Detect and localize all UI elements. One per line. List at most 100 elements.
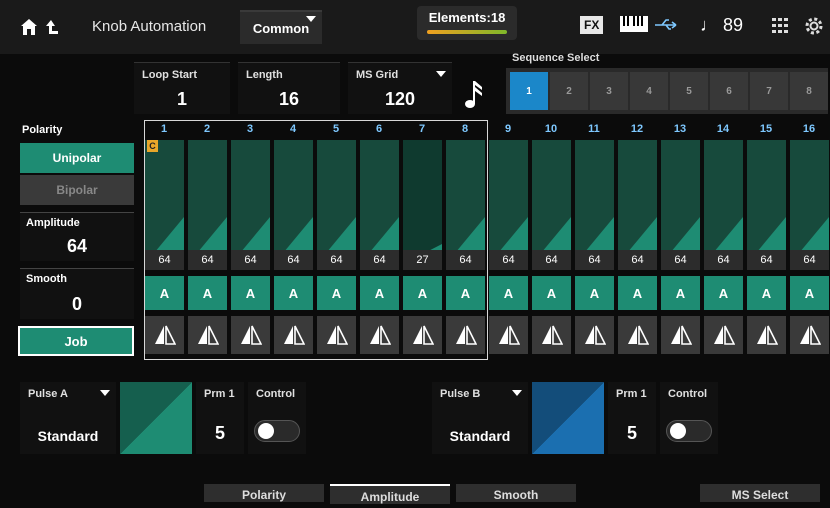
step-number: 4 bbox=[289, 123, 297, 135]
waveform-shape-icon bbox=[240, 325, 262, 345]
step-shape-button[interactable] bbox=[747, 316, 786, 354]
step-amplitude-bar[interactable] bbox=[489, 140, 528, 264]
step-number: 16 bbox=[802, 123, 816, 135]
step-shape-button[interactable] bbox=[360, 316, 399, 354]
step-value[interactable]: 64 bbox=[446, 250, 485, 270]
step-value[interactable]: 64 bbox=[231, 250, 270, 270]
step-shape-button[interactable] bbox=[790, 316, 829, 354]
step-type-button[interactable]: A bbox=[446, 276, 485, 310]
pulse-a-prm1-value: 5 bbox=[214, 423, 225, 443]
step-shape-button[interactable] bbox=[403, 316, 442, 354]
step-value[interactable]: 64 bbox=[489, 250, 528, 270]
waveform-shape-icon bbox=[799, 325, 821, 345]
step-value[interactable]: 64 bbox=[145, 250, 184, 270]
step-shape-button[interactable] bbox=[231, 316, 270, 354]
dropdown-icon bbox=[512, 390, 522, 396]
step-amplitude-bar[interactable] bbox=[145, 140, 184, 264]
step-value[interactable]: 64 bbox=[532, 250, 571, 270]
step-type-button[interactable]: A bbox=[575, 276, 614, 310]
pulse-a-control-field[interactable]: Control bbox=[248, 382, 306, 454]
waveform-shape-icon bbox=[283, 325, 305, 345]
waveform-shape-icon bbox=[713, 325, 735, 345]
waveform-shape-icon bbox=[670, 325, 692, 345]
step-type-button[interactable]: A bbox=[231, 276, 270, 310]
step-type-button[interactable]: A bbox=[145, 276, 184, 310]
step-value[interactable]: 64 bbox=[317, 250, 356, 270]
step-type-button[interactable]: A bbox=[360, 276, 399, 310]
waveform-shape-icon bbox=[756, 325, 778, 345]
step-shape-button[interactable] bbox=[274, 316, 313, 354]
step-type-button[interactable]: A bbox=[188, 276, 227, 310]
waveform-shape-icon bbox=[455, 325, 477, 345]
step-amplitude-bar[interactable] bbox=[704, 140, 743, 264]
waveform-shape-icon bbox=[627, 325, 649, 345]
waveform-shape-icon bbox=[326, 325, 348, 345]
pulse-b-control-toggle[interactable] bbox=[666, 420, 712, 442]
step-type-button[interactable]: A bbox=[704, 276, 743, 310]
step-value[interactable]: 27 bbox=[403, 250, 442, 270]
pulse-b-field[interactable]: Pulse B Standard bbox=[432, 382, 528, 454]
step-type-button[interactable]: A bbox=[618, 276, 657, 310]
step-shape-button[interactable] bbox=[489, 316, 528, 354]
step-type-button[interactable]: A bbox=[489, 276, 528, 310]
tab-ms-select[interactable]: MS Select bbox=[700, 484, 820, 502]
step-number: 13 bbox=[673, 123, 687, 135]
tab-smooth[interactable]: Smooth bbox=[456, 484, 576, 502]
step-shape-button[interactable] bbox=[618, 316, 657, 354]
step-amplitude-bar[interactable] bbox=[747, 140, 786, 264]
step-number: 15 bbox=[759, 123, 773, 135]
step-amplitude-bar[interactable] bbox=[317, 140, 356, 264]
pulse-a-label: Pulse A bbox=[28, 388, 68, 400]
step-value[interactable]: 64 bbox=[704, 250, 743, 270]
waveform-shape-icon bbox=[412, 325, 434, 345]
step-value[interactable]: 64 bbox=[747, 250, 786, 270]
step-shape-button[interactable] bbox=[661, 316, 700, 354]
step-type-button[interactable]: A bbox=[274, 276, 313, 310]
step-type-button[interactable]: A bbox=[747, 276, 786, 310]
step-value[interactable]: 64 bbox=[618, 250, 657, 270]
step-type-button[interactable]: A bbox=[532, 276, 571, 310]
step-amplitude-bar[interactable] bbox=[188, 140, 227, 264]
step-number: 12 bbox=[630, 123, 644, 135]
pulse-a-prm1-field[interactable]: Prm 1 5 bbox=[196, 382, 244, 454]
tab-amplitude[interactable]: Amplitude bbox=[330, 484, 450, 504]
step-amplitude-bar[interactable] bbox=[532, 140, 571, 264]
step-shape-button[interactable] bbox=[317, 316, 356, 354]
pulse-b-prm1-field[interactable]: Prm 1 5 bbox=[608, 382, 656, 454]
step-number: 8 bbox=[461, 123, 469, 135]
step-amplitude-bar[interactable] bbox=[403, 140, 442, 264]
step-value[interactable]: 64 bbox=[790, 250, 829, 270]
step-value[interactable]: 64 bbox=[575, 250, 614, 270]
step-shape-button[interactable] bbox=[575, 316, 614, 354]
waveform-shape-icon bbox=[584, 325, 606, 345]
step-amplitude-bar[interactable] bbox=[231, 140, 270, 264]
waveform-shape-icon bbox=[369, 325, 391, 345]
step-type-button[interactable]: A bbox=[790, 276, 829, 310]
step-amplitude-bar[interactable] bbox=[661, 140, 700, 264]
step-shape-button[interactable] bbox=[188, 316, 227, 354]
step-type-button[interactable]: A bbox=[403, 276, 442, 310]
step-shape-button[interactable] bbox=[446, 316, 485, 354]
step-amplitude-bar[interactable] bbox=[446, 140, 485, 264]
step-shape-button[interactable] bbox=[145, 316, 184, 354]
step-type-button[interactable]: A bbox=[661, 276, 700, 310]
step-shape-button[interactable] bbox=[532, 316, 571, 354]
tab-polarity[interactable]: Polarity bbox=[204, 484, 324, 502]
step-value[interactable]: 64 bbox=[360, 250, 399, 270]
step-amplitude-bar[interactable] bbox=[790, 140, 829, 264]
step-amplitude-bar[interactable] bbox=[618, 140, 657, 264]
step-value[interactable]: 64 bbox=[188, 250, 227, 270]
pulse-b-prm1-value: 5 bbox=[626, 423, 637, 443]
pulse-a-field[interactable]: Pulse A Standard bbox=[20, 382, 116, 454]
step-number: 2 bbox=[203, 123, 211, 135]
step-type-button[interactable]: A bbox=[317, 276, 356, 310]
step-shape-button[interactable] bbox=[704, 316, 743, 354]
waveform-shape-icon bbox=[541, 325, 563, 345]
step-amplitude-bar[interactable] bbox=[575, 140, 614, 264]
step-value[interactable]: 64 bbox=[661, 250, 700, 270]
step-value[interactable]: 64 bbox=[274, 250, 313, 270]
pulse-a-control-toggle[interactable] bbox=[254, 420, 300, 442]
step-amplitude-bar[interactable] bbox=[360, 140, 399, 264]
pulse-b-control-field[interactable]: Control bbox=[660, 382, 718, 454]
step-amplitude-bar[interactable] bbox=[274, 140, 313, 264]
